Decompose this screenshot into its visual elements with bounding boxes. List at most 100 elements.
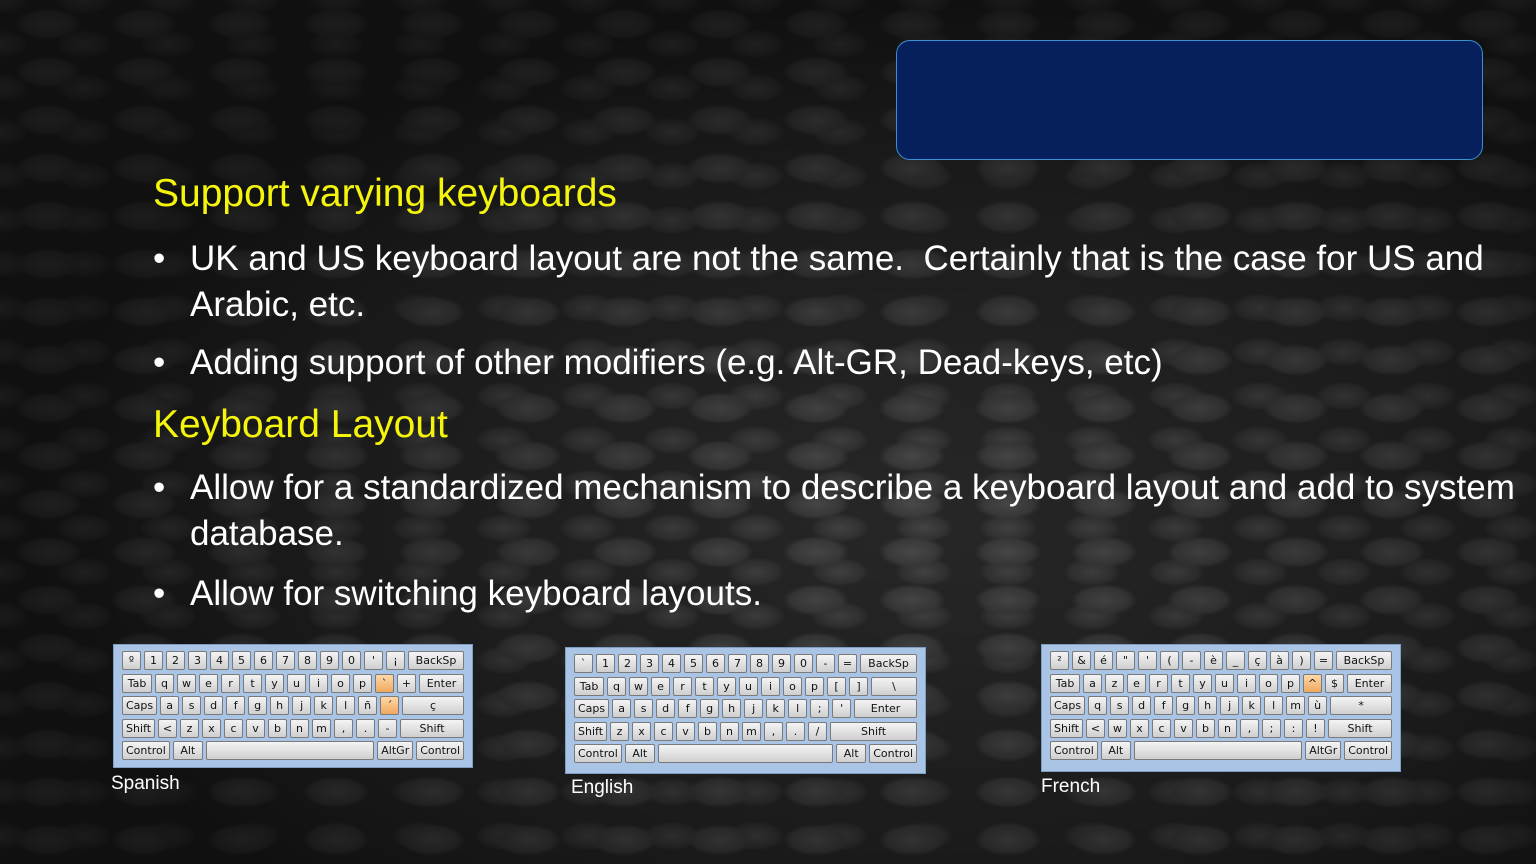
keyboard-key: ' <box>364 651 383 670</box>
keyboard-key: i <box>761 676 780 696</box>
keyboard-row: Shift < z x c v b n m,. - Shift <box>122 718 464 738</box>
keyboard-key: p <box>353 673 372 693</box>
keyboard-image-spanish: º 1 2 3 4 5 6 7 8 9 0 ' ¡ BackSp Tab q w e r t y u i o p ` + Enter C… <box>113 644 473 768</box>
keyboard-key: m <box>1286 696 1306 715</box>
keyboard-key: 3 <box>640 654 659 673</box>
keyboard-key: s <box>1110 696 1130 715</box>
keyboard-key: p <box>1281 673 1300 693</box>
keyboard-spacebar <box>1133 741 1303 760</box>
keyboard-key: v <box>1174 718 1194 738</box>
keyboard-key: BackSp <box>860 654 917 673</box>
keyboard-key: , <box>1240 718 1260 738</box>
keyboard-key: AltGr <box>1305 741 1342 760</box>
keyboard-key: l <box>1264 696 1284 715</box>
keyboard-key: d <box>1132 696 1152 715</box>
keyboard-key: t <box>243 673 262 693</box>
keyboard-key: h <box>270 696 290 715</box>
keyboard-key: 6 <box>254 651 273 670</box>
keyboard-spacebar <box>205 741 375 760</box>
keyboard-key: / <box>808 721 828 741</box>
keyboard-key: f <box>678 699 698 718</box>
keyboard-key: u <box>1215 673 1234 693</box>
keyboard-key: l <box>336 696 356 715</box>
keyboard-key: ] <box>849 676 868 696</box>
keyboard-key: j <box>744 699 764 718</box>
keyboard-key: , <box>334 718 354 738</box>
keyboard-key: j <box>292 696 312 715</box>
keyboard-key: ( <box>1160 651 1179 670</box>
keyboard-key: f <box>1154 696 1174 715</box>
keyboard-key: h <box>722 699 742 718</box>
keyboard-key: ù <box>1308 696 1328 715</box>
keyboard-key: Enter <box>854 699 917 718</box>
keyboard-row: Caps a s d f g h j k l ñ ´ ç <box>122 696 464 715</box>
keyboard-key: p <box>805 676 824 696</box>
keyboard-keys: ` 1 2 3 4 5 6 7 8 9 0- = BackSp Tab q w e r t y u i o p[] \ Caps a… <box>574 654 917 767</box>
keyboard-key: o <box>331 673 350 693</box>
keyboard-key: t <box>695 676 714 696</box>
keyboard-key: y <box>265 673 284 693</box>
keyboard-key: AltGr <box>377 741 414 760</box>
keyboard-key: , <box>764 721 784 741</box>
keyboard-key: o <box>1259 673 1278 693</box>
keyboard-row: ² & é " '(- è _ ç à) = BackSp <box>1050 651 1392 670</box>
keyboard-key: 2 <box>618 654 637 673</box>
keyboard-key: z <box>610 721 630 741</box>
keyboard-key: ! <box>1306 718 1326 738</box>
bullet-uk-us-layout: • UK and US keyboard layout are not the … <box>153 236 1536 328</box>
keyboard-key: n <box>290 718 310 738</box>
keyboard-key: à <box>1270 651 1289 670</box>
keyboard-key: b <box>698 721 718 741</box>
keyboard-key: Caps <box>574 699 610 718</box>
keyboard-key: é <box>1094 651 1113 670</box>
keyboard-caption-french: French <box>1041 776 1101 797</box>
keyboard-key: i <box>309 673 328 693</box>
keyboard-key: $ <box>1325 673 1344 693</box>
keyboard-key: k <box>1242 696 1262 715</box>
keyboard-row: Control Alt Alt Control <box>574 744 917 763</box>
keyboard-key: ' <box>832 699 852 718</box>
keyboard-key: q <box>1088 696 1108 715</box>
keyboard-row: Tab a z e r t y u i o p ^ $ Enter <box>1050 673 1392 693</box>
keyboard-key: BackSp <box>408 651 464 670</box>
keyboard-key: 1 <box>144 651 163 670</box>
keyboard-key: x <box>202 718 222 738</box>
keyboard-key: s <box>634 699 654 718</box>
heading-support-keyboards: Support varying keyboards <box>153 172 617 215</box>
keyboard-key: " <box>1116 651 1135 670</box>
keyboard-key: - <box>1182 651 1201 670</box>
keyboard-key: a <box>1083 673 1102 693</box>
keyboard-key: 7 <box>276 651 295 670</box>
keyboard-key: k <box>314 696 334 715</box>
bullet-dot: • <box>153 343 166 382</box>
keyboard-key: & <box>1072 651 1091 670</box>
keyboard-key: v <box>676 721 696 741</box>
keyboard-key: 0 <box>342 651 361 670</box>
keyboard-key: 4 <box>662 654 681 673</box>
keyboard-key: f <box>226 696 246 715</box>
keyboard-key: b <box>1196 718 1216 738</box>
keyboard-key: q <box>607 676 626 696</box>
keyboard-key: Control <box>122 741 170 760</box>
keyboard-key: u <box>287 673 306 693</box>
keyboard-row: º 1 2 3 4 5 6 7 8 9 0 ' ¡ BackSp <box>122 651 464 670</box>
keyboard-key: < <box>158 718 178 738</box>
keyboard-key: m <box>312 718 332 738</box>
keyboard-key: ; <box>810 699 830 718</box>
keyboard-key: 9 <box>772 654 791 673</box>
keyboard-row: Control Alt AltGr Control <box>122 741 464 760</box>
keyboard-key: ` <box>574 654 593 673</box>
keyboard-key: Control <box>869 744 917 763</box>
keyboard-key: g <box>1176 696 1196 715</box>
keyboard-key: [ <box>827 676 846 696</box>
bullet-dot: • <box>153 468 166 507</box>
keyboard-key: ² <box>1050 651 1069 670</box>
keyboard-key: è <box>1204 651 1223 670</box>
keyboard-key: e <box>1127 673 1146 693</box>
keyboard-keys: ² & é " '(- è _ ç à) = BackSp Tab a z e r t y u i o p ^ $ Enter C… <box>1050 651 1392 765</box>
keyboard-key: - <box>816 654 835 673</box>
keyboard-key: y <box>1193 673 1212 693</box>
keyboard-key: x <box>632 721 652 741</box>
keyboard-key: ` <box>375 673 394 693</box>
keyboard-key: Shift <box>122 718 156 738</box>
